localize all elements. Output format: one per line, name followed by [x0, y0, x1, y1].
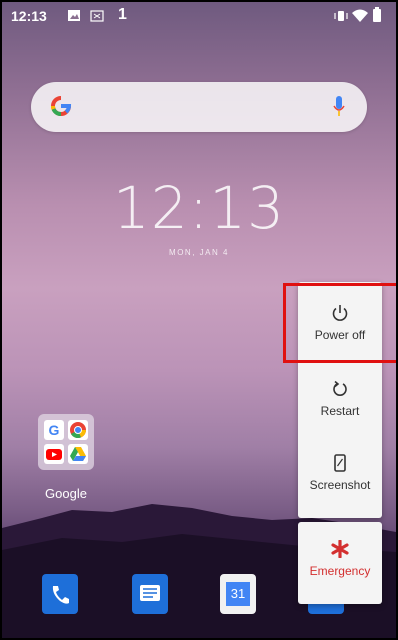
status-time: 12:13 [11, 8, 47, 24]
google-search-bar[interactable] [31, 82, 367, 132]
emergency-label: Emergency [309, 564, 371, 578]
image-icon [68, 10, 80, 21]
screenshot-button[interactable]: Screenshot [298, 454, 382, 492]
wifi-icon [352, 9, 368, 22]
clock-widget[interactable]: 12:13 [2, 174, 396, 242]
calendar-day: 31 [226, 582, 250, 606]
emergency-icon [331, 540, 349, 558]
mic-icon[interactable] [333, 95, 345, 119]
phone-icon[interactable] [42, 574, 78, 614]
notification-count: 1 [118, 6, 127, 23]
drive-icon [68, 444, 88, 464]
battery-icon [373, 7, 381, 22]
screenshot-label: Screenshot [309, 478, 371, 492]
emergency-button[interactable]: Emergency [298, 522, 382, 604]
restart-icon [333, 380, 347, 396]
home-screen: 12:13 1 12:13 MON, JAN 4 G Google 31 Pow… [2, 2, 396, 638]
vibrate-icon [334, 11, 348, 21]
messages-icon[interactable] [132, 574, 168, 614]
folder-label: Google [45, 486, 87, 501]
calendar-icon[interactable]: 31 [220, 574, 256, 614]
chrome-icon [68, 420, 88, 440]
screenshot-icon [334, 454, 346, 472]
youtube-icon [44, 444, 64, 464]
nfc-icon [90, 10, 104, 22]
google-g-icon [51, 96, 72, 116]
svg-text:G: G [49, 422, 60, 438]
status-bar: 12:13 1 [2, 2, 396, 30]
google-folder[interactable]: G [38, 414, 94, 470]
restart-label: Restart [320, 404, 360, 418]
restart-button[interactable]: Restart [298, 380, 382, 418]
date-label: MON, JAN 4 [169, 248, 229, 257]
highlight-box [283, 283, 396, 363]
google-search-icon: G [44, 420, 64, 440]
